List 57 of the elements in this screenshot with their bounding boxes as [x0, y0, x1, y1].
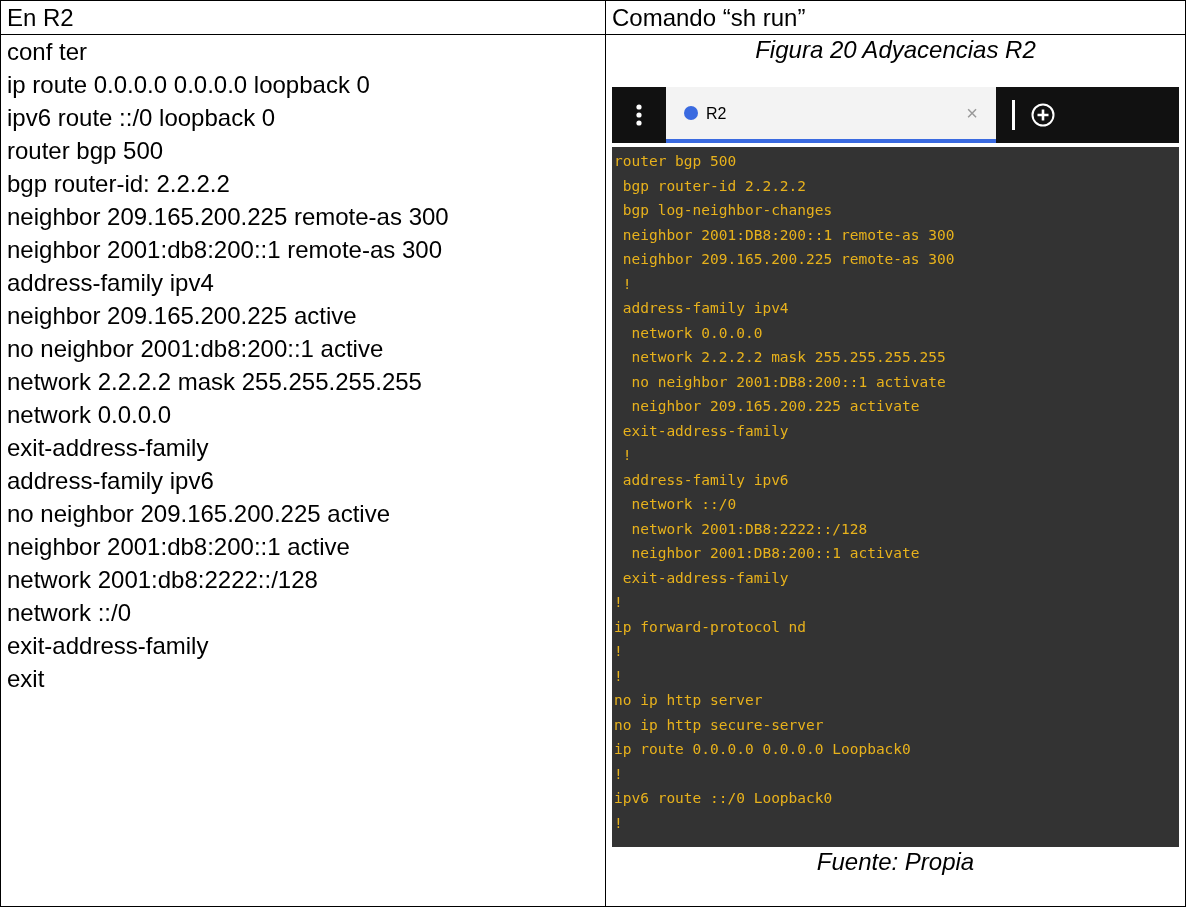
terminal-line: no ip http secure-server [614, 715, 825, 735]
terminal-line: ipv6 route ::/0 Loopback0 [614, 789, 834, 808]
terminal-line: ip route 0.0.0.0 0.0.0.0 Loopback0 [614, 740, 912, 759]
command-line: neighbor 209.165.200.225 active [7, 301, 358, 331]
command-line: neighbor 2001:db8:200::1 active [7, 532, 351, 562]
terminal-line: ! [621, 446, 633, 465]
terminal-line: ! [621, 274, 633, 294]
command-line: exit [7, 664, 46, 694]
table-header-cell: En R2 [0, 0, 606, 35]
command-line: bgp router-id: 2.2.2.2 [7, 169, 231, 199]
command-line: exit-address-family [7, 631, 210, 661]
command-line: no neighbor 2001:db8:200::1 active [7, 334, 385, 364]
terminal-line: ! [614, 764, 624, 784]
terminal-line: address-family ipv4 [621, 299, 790, 318]
terminal-line: neighbor 2001:DB8:200::1 remote-as 300 [621, 225, 956, 245]
command-line: ipv6 route ::/0 loopback 0 [7, 103, 277, 133]
terminal-line: bgp log-neighbor-changes [621, 201, 834, 220]
command-line: exit-address-family [7, 433, 210, 463]
command-line: router bgp 500 [7, 136, 165, 166]
tab-label: R2 [706, 103, 727, 124]
terminal-line: router bgp 500 [614, 152, 738, 171]
command-line: neighbor 2001:db8:200::1 remote-as 300 [7, 235, 443, 265]
terminal-line: bgp router-id 2.2.2.2 [621, 176, 808, 196]
terminal-line: ip forward-protocol nd [614, 617, 808, 637]
command-line: address-family ipv6 [7, 466, 215, 496]
terminal-line: network 0.0.0.0 [630, 323, 764, 343]
add-icon[interactable] [1031, 103, 1055, 127]
terminal-line: network 2001:DB8:2222::/128 [630, 519, 869, 539]
menu-icon[interactable] [636, 104, 642, 126]
terminal-line: ! [614, 666, 624, 686]
terminal-line: neighbor 209.165.200.225 activate [630, 397, 921, 416]
terminal-line: network ::/0 [630, 495, 738, 514]
terminal-line: exit-address-family [621, 421, 790, 441]
status-dot [684, 106, 698, 120]
command-line: ip route 0.0.0.0 0.0.0.0 loopback 0 [7, 70, 371, 100]
command-line: no neighbor 209.165.200.225 active [7, 499, 391, 529]
source-caption: Fuente: Propia [815, 847, 976, 877]
table-header-cell: Comando “sh run” [605, 0, 1186, 35]
command-line: network ::/0 [7, 598, 133, 628]
terminal-line: ! [614, 642, 624, 661]
command-line: network 2.2.2.2 mask 255.255.255.255 [7, 367, 423, 397]
terminal-line: ! [614, 593, 624, 612]
command-line: neighbor 209.165.200.225 remote-as 300 [7, 202, 450, 232]
terminal-line: exit-address-family [621, 568, 790, 588]
command-line: address-family ipv4 [7, 268, 215, 298]
terminal-line: address-family ipv6 [621, 470, 790, 490]
terminal-line: ! [614, 813, 624, 833]
terminal-line: neighbor 209.165.200.225 remote-as 300 [621, 250, 956, 269]
terminal-tab[interactable]: R2 × [666, 87, 996, 143]
figure-caption: Figura 20 Adyacencias R2 [754, 35, 1037, 65]
command-line: network 0.0.0.0 [7, 400, 173, 430]
command-line: conf ter [7, 37, 89, 67]
command-line: network 2001:db8:2222::/128 [7, 565, 319, 595]
terminal-line: no neighbor 2001:DB8:200::1 activate [630, 372, 947, 392]
terminal-line: network 2.2.2.2 mask 255.255.255.255 [630, 348, 947, 367]
terminal-line: neighbor 2001:DB8:200::1 activate [630, 544, 921, 563]
terminal-line: no ip http server [614, 691, 764, 710]
